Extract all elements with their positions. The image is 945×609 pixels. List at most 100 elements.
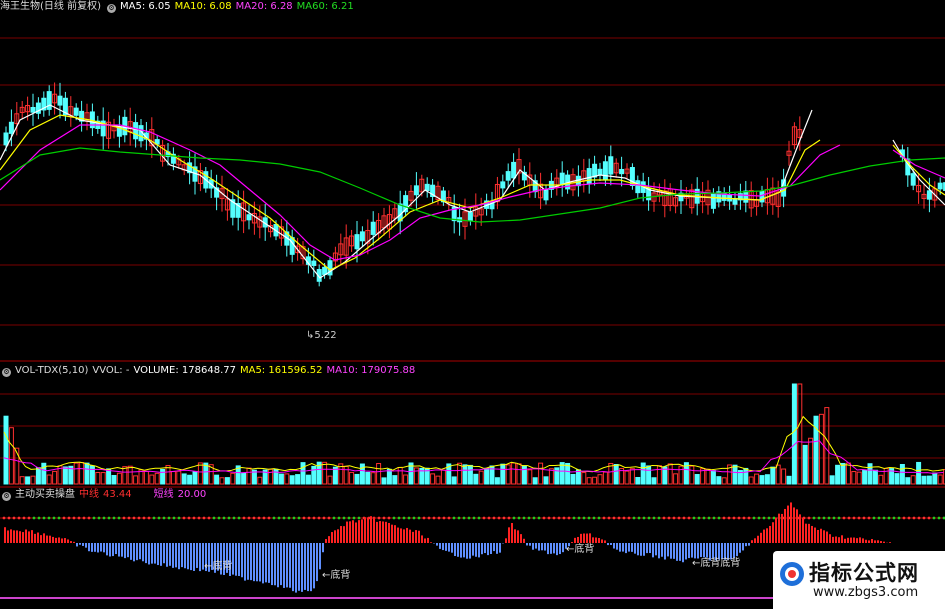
osc-bar bbox=[67, 539, 69, 543]
volume-bar bbox=[764, 474, 770, 485]
osc-signal-dot bbox=[82, 516, 86, 520]
osc-signal-dot bbox=[922, 516, 926, 520]
volume-bar bbox=[386, 468, 392, 485]
osc-bar bbox=[355, 522, 357, 543]
volume-bar bbox=[484, 467, 490, 485]
osc-bar bbox=[163, 543, 165, 564]
osc-signal-dot bbox=[762, 516, 766, 520]
osc-bar bbox=[505, 538, 507, 543]
osc-bar bbox=[76, 543, 78, 547]
osc-bar bbox=[58, 537, 60, 543]
osc-signal-dot bbox=[597, 516, 601, 520]
volume-bar bbox=[791, 383, 797, 485]
osc-bar bbox=[16, 530, 18, 543]
price-panel[interactable]: 海王生物(日线 前复权) ⚙ MA5: 6.05 MA10: 6.08 MA20: 6.… bbox=[0, 0, 945, 362]
oscillator-gear-icon[interactable]: ⚙ bbox=[2, 492, 11, 501]
osc-signal-dot bbox=[77, 516, 81, 520]
candle-body bbox=[354, 234, 360, 250]
osc-bar bbox=[508, 527, 510, 543]
osc-signal-dot bbox=[52, 516, 56, 520]
volume-bar bbox=[381, 477, 387, 485]
osc-bar bbox=[97, 543, 99, 553]
short-line-label: 短线 bbox=[153, 489, 174, 500]
candle-body bbox=[727, 194, 733, 202]
volume-bar bbox=[862, 469, 868, 485]
osc-signal-dot bbox=[567, 516, 571, 520]
osc-signal-dot bbox=[427, 516, 431, 520]
volume-bar bbox=[89, 465, 95, 485]
volume-indicator-name: VOL-TDX(5,10) bbox=[15, 365, 89, 376]
volume-bar bbox=[467, 464, 473, 485]
osc-bar bbox=[328, 536, 330, 543]
volume-bar bbox=[494, 477, 500, 485]
osc-signal-dot bbox=[22, 516, 26, 520]
osc-bar bbox=[889, 542, 891, 543]
osc-signal-dot bbox=[732, 516, 736, 520]
settings-gear-icon[interactable]: ⚙ bbox=[106, 4, 116, 13]
osc-signal-dot bbox=[342, 516, 346, 520]
osc-bar bbox=[301, 543, 303, 592]
osc-signal-dot bbox=[282, 516, 286, 520]
osc-signal-dot bbox=[652, 516, 656, 520]
volume-gear-icon[interactable]: ⚙ bbox=[2, 368, 11, 377]
mid-line-label: 中线 bbox=[79, 489, 99, 500]
volume-panel[interactable]: ⚙ VOL-TDX(5,10) VVOL: - VOLUME: 178648.77 MA… bbox=[0, 364, 945, 488]
osc-bar bbox=[610, 543, 612, 545]
osc-bar bbox=[802, 517, 804, 543]
osc-bar bbox=[880, 541, 882, 543]
candle-body bbox=[732, 198, 738, 205]
osc-signal-dot bbox=[892, 516, 896, 520]
volume-bar bbox=[295, 474, 301, 485]
osc-bar bbox=[688, 543, 690, 559]
osc-bar bbox=[346, 521, 348, 543]
osc-bar bbox=[7, 530, 9, 543]
osc-bar bbox=[778, 513, 780, 543]
osc-signal-dot bbox=[662, 516, 666, 520]
osc-bar bbox=[154, 543, 156, 564]
volume-chart[interactable] bbox=[0, 364, 945, 488]
osc-signal-dot bbox=[867, 516, 871, 520]
osc-signal-dot bbox=[102, 516, 106, 520]
osc-signal-dot bbox=[202, 516, 206, 520]
osc-bar bbox=[397, 527, 399, 543]
osc-bar bbox=[421, 535, 423, 543]
osc-signal-dot bbox=[172, 516, 176, 520]
candle-body bbox=[30, 106, 36, 113]
volume-bar bbox=[678, 465, 684, 485]
volume-bar bbox=[916, 461, 922, 485]
volume-bar bbox=[840, 462, 846, 485]
osc-bar bbox=[133, 543, 135, 562]
volume-bar bbox=[403, 474, 409, 485]
osc-signal-dot bbox=[112, 516, 116, 520]
candlestick-chart[interactable] bbox=[0, 0, 945, 362]
osc-signal-dot bbox=[452, 516, 456, 520]
osc-signal-dot bbox=[747, 516, 751, 520]
osc-bar bbox=[634, 543, 636, 554]
candle-body bbox=[511, 161, 517, 179]
osc-signal-dot bbox=[87, 516, 91, 520]
osc-signal-dot bbox=[97, 516, 101, 520]
vol-ma5-readout: MA5: 161596.52 bbox=[239, 365, 323, 376]
osc-bar bbox=[478, 543, 480, 558]
osc-signal-dot bbox=[692, 516, 696, 520]
volume-bar bbox=[635, 477, 641, 485]
volume-bar bbox=[154, 472, 160, 485]
volume-bar bbox=[721, 477, 727, 485]
osc-bar bbox=[238, 543, 240, 577]
osc-signal-dot bbox=[432, 516, 436, 520]
osc-signal-dot bbox=[622, 516, 626, 520]
osc-bar bbox=[823, 530, 825, 543]
volume-readout: VOLUME: 178648.77 bbox=[133, 365, 236, 376]
osc-bar bbox=[754, 538, 756, 543]
osc-bar bbox=[868, 540, 870, 543]
volume-bar bbox=[602, 471, 608, 485]
osc-bar bbox=[121, 543, 123, 557]
osc-signal-dot bbox=[257, 516, 261, 520]
osc-signal-dot bbox=[137, 516, 141, 520]
osc-signal-dot bbox=[27, 516, 31, 520]
osc-signal-dot bbox=[752, 516, 756, 520]
osc-signal-dot bbox=[687, 516, 691, 520]
osc-signal-dot bbox=[47, 516, 51, 520]
osc-signal-dot bbox=[447, 516, 451, 520]
volume-bar bbox=[646, 465, 652, 485]
